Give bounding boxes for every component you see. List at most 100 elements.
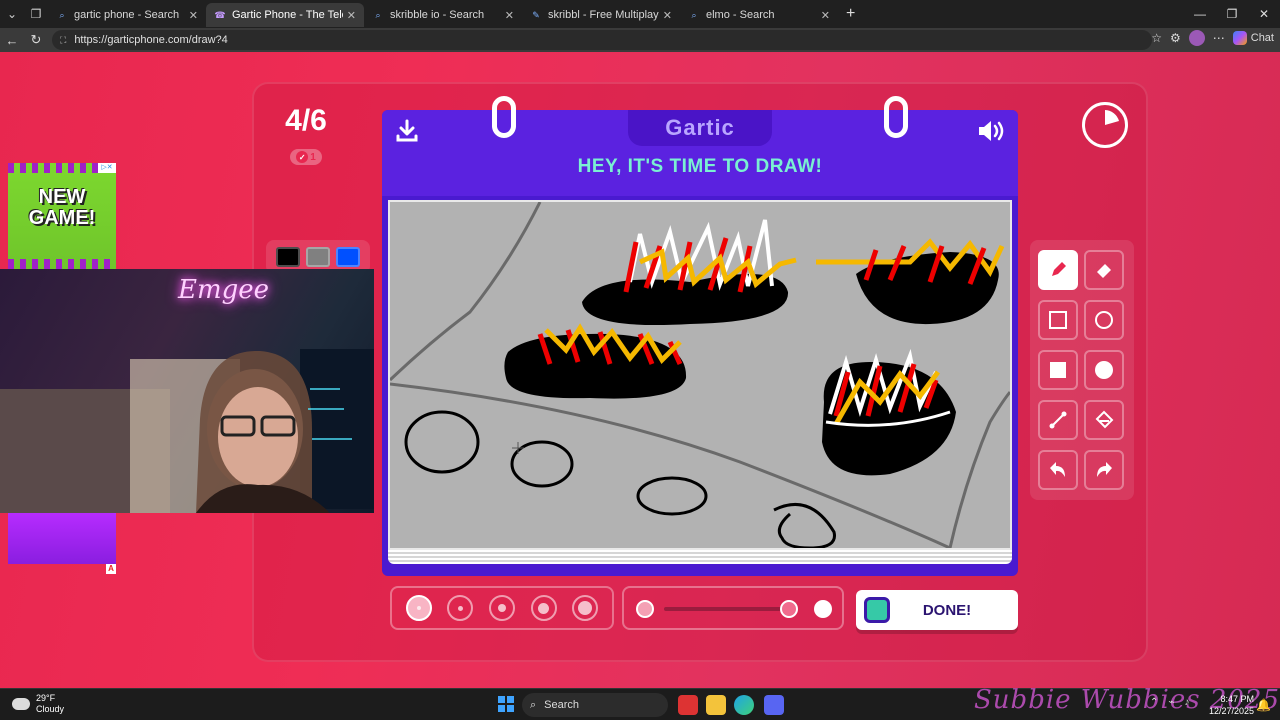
webcam-scene [0,349,374,513]
ad-choices-icon[interactable]: ▷✕ [98,163,116,173]
weather-desc: Cloudy [36,704,65,714]
clock-date: 12/27/2025 [1208,706,1254,716]
volume-icon[interactable] [976,118,1006,144]
pencil-tool-button[interactable] [1038,250,1078,290]
brush-size-dot [497,604,506,612]
close-icon[interactable]: ✕ [663,9,672,22]
url-field[interactable]: ⛶ https://garticphone.com/draw?4 [52,30,1152,50]
speaker-icon[interactable]: ♪ [1184,697,1189,708]
round-counter: 4/6 [285,104,327,137]
binder-ring [492,96,516,138]
windows-taskbar: 29°F Cloudy ⌕ Search Subbie Wubbies 2025… [0,685,1280,720]
tab-actions-icon[interactable]: ⌄ [0,2,24,26]
line-tool-button[interactable] [1038,400,1078,440]
edge-browser-icon[interactable] [734,695,754,715]
opacity-track[interactable] [664,607,796,611]
close-icon[interactable]: ✕ [189,9,198,22]
close-icon[interactable]: ✕ [347,9,356,22]
search-icon: ⌕ [59,9,65,20]
undo-icon [1050,462,1065,477]
windows-start-icon[interactable] [498,696,514,712]
taskbar-search[interactable]: ⌕ Search [522,693,668,717]
drawing-canvas[interactable] [388,200,1012,550]
brush-size-5-button[interactable] [572,595,599,621]
close-window-icon[interactable]: ✕ [1248,0,1280,28]
check-icon: ✓ [296,151,309,163]
file-explorer-icon[interactable] [706,695,726,715]
new-tab-icon[interactable]: + [846,5,855,23]
cloudy-icon [12,698,30,710]
draw-prompt: HEY, IT'S TIME TO DRAW! [577,156,823,177]
system-tray: ⌃ ⌁ ♪ [1150,697,1189,708]
circle-filled-icon [1095,361,1113,379]
tab-strip: ⌄ ❐ ⌕ gartic phone - Search ✕ ☎ Gartic P… [0,0,1280,28]
rectangle-outline-icon [1049,311,1067,329]
tab-skribble-search[interactable]: ⌕ skribble io - Search ✕ [364,3,522,27]
taskbar-clock[interactable]: 8:47 PM 12/27/2025 [1206,693,1254,717]
tab-skribbl[interactable]: ✎ skribbl - Free Multiplayer Drawing ✕ [522,3,680,27]
brush-size-4-button[interactable] [530,595,557,621]
opacity-handle[interactable] [780,600,799,618]
minimize-icon[interactable]: — [1184,0,1216,28]
ad-banner-bottom[interactable] [8,512,116,564]
download-icon[interactable] [394,118,420,144]
color-swatch-gray[interactable] [306,247,330,267]
weather-widget[interactable]: 29°F Cloudy [12,693,64,715]
tab-title: elmo - Search [706,9,775,21]
tool-panel [1030,240,1134,500]
notebook-pages [388,550,1012,564]
more-menu-icon[interactable]: ⋯ [1213,31,1225,45]
done-button[interactable]: DONE! [856,590,1018,630]
discord-icon[interactable] [764,695,784,715]
back-icon[interactable]: ← [0,33,24,48]
close-icon[interactable]: ✕ [821,9,830,22]
notification-bell-icon[interactable]: 🔔 [1256,698,1271,712]
profile-avatar[interactable] [1188,30,1205,46]
tab-title: gartic phone - Search [74,9,180,21]
circle-outline-tool-button[interactable] [1084,300,1124,340]
tray-chevron-icon[interactable]: ⌃ [1150,697,1158,708]
timer-icon [1082,102,1128,148]
color-swatch-blue[interactable] [336,247,360,267]
ad-banner[interactable]: ▷✕ NEW GAME! [8,163,116,269]
copilot-chat-button[interactable]: Chat [1232,31,1274,45]
brush-size-1-button[interactable] [405,595,432,621]
site-info-icon[interactable]: ⛶ [60,35,66,46]
search-icon: ⌕ [530,698,537,711]
workspaces-icon[interactable]: ❐ [24,2,48,26]
done-count: 1 [310,151,316,163]
fill-tool-button[interactable] [1084,400,1124,440]
pencil-icon [1052,262,1066,276]
done-label: DONE! [922,601,972,619]
tab-title: skribble io - Search [390,9,485,21]
neon-sign: Emgee [178,275,270,305]
eraser-tool-button[interactable] [1084,250,1124,290]
maximize-icon[interactable]: ❐ [1216,0,1248,28]
taskbar-search-label: Search [544,699,580,711]
rectangle-outline-tool-button[interactable] [1038,300,1078,340]
undo-button[interactable] [1038,450,1078,490]
gartic-logo: Gartic [628,110,772,146]
color-swatch-black[interactable] [276,247,300,267]
gartic-favicon-icon: ☎ [214,9,226,20]
refresh-icon[interactable]: ↻ [24,32,48,48]
extensions-icon[interactable]: ⚙ [1170,31,1181,45]
tab-gartic-search[interactable]: ⌕ gartic phone - Search ✕ [48,3,206,27]
opacity-slider[interactable] [622,586,844,630]
rectangle-filled-tool-button[interactable] [1038,350,1078,390]
network-icon[interactable]: ⌁ [1168,697,1174,708]
brush-size-2-button[interactable] [447,595,474,621]
pencil-favicon-icon: ✎ [532,9,540,20]
circle-filled-tool-button[interactable] [1084,350,1124,390]
tab-elmo-search[interactable]: ⌕ elmo - Search ✕ [680,3,838,27]
brush-size-3-button[interactable] [488,595,515,621]
url-text: https://garticphone.com/draw?4 [74,34,228,46]
app-red-icon[interactable] [678,695,698,715]
ad-text: NEW GAME! [28,186,96,229]
redo-button[interactable] [1084,450,1124,490]
close-icon[interactable]: ✕ [505,9,514,22]
address-bar-row: ← ↻ ⛶ https://garticphone.com/draw?4 ☆ ⚙… [0,28,1280,52]
tab-gartic-phone[interactable]: ☎ Gartic Phone - The Telephone Gam ✕ [206,3,364,27]
tab-title: skribbl - Free Multiplayer Drawing [548,9,659,21]
favorite-star-icon[interactable]: ☆ [1151,31,1162,45]
